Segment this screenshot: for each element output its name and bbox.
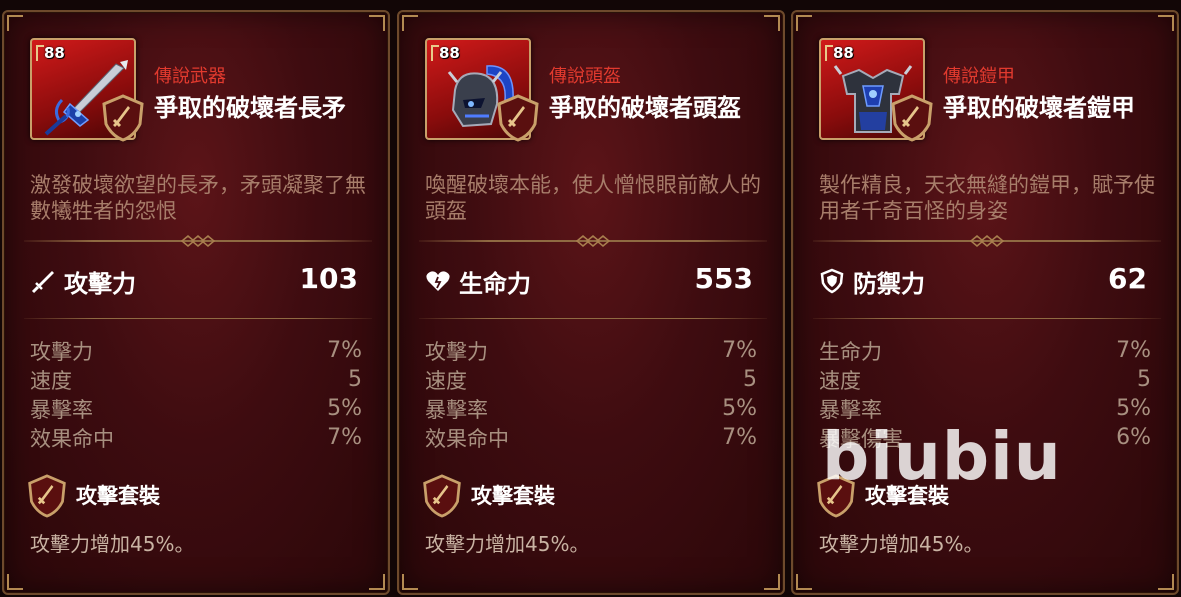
substat-value: 7% [1116,338,1151,363]
substat-value: 6% [1116,425,1151,450]
attack-set-shield-icon [497,94,539,142]
substat-label: 生命力 [819,339,882,364]
attack-set-shield-icon [28,474,66,518]
equipment-card-armor[interactable]: 88 傳說鎧甲 爭取的破壞者鎧甲 製作精良，天衣無縫的鎧甲，賦予使用者千奇百怪的… [791,10,1179,595]
corner-ornament [764,15,780,31]
corner-ornament [1158,15,1174,31]
item-rarity: 傳說鎧甲 [943,66,1015,87]
set-effect: 攻擊力增加45%。 [819,532,984,556]
attack-set-shield-icon [891,94,933,142]
substat-row: 攻擊力 7% [425,336,757,365]
substat-label: 暴擊率 [819,397,882,422]
corner-ornament [7,574,23,590]
set-name: 攻擊套裝 [865,484,949,508]
equipment-card-helmet[interactable]: 88 傳說頭盔 爭取的破壞者頭盔 喚醒破壞本能，使人憎恨眼前敵人的頭盔 生命力 … [397,10,785,595]
substat-label: 暴擊率 [425,397,488,422]
substat-value: 5% [1116,396,1151,421]
substat-value: 5% [722,396,757,421]
substat-value: 5 [743,367,757,392]
substat-value: 5 [1137,367,1151,392]
equipment-card-weapon[interactable]: 88 傳說武器 爭取的破壞者長矛 激發破壞欲望的長矛，矛頭凝聚了無數犧牲者的怨恨 [2,10,390,595]
item-rarity: 傳說武器 [154,66,226,87]
substat-value: 5 [348,367,362,392]
substat-row: 速度 5 [30,365,362,394]
diamond-ornament-icon [969,235,1005,247]
corner-ornament [1158,574,1174,590]
corner-ornament [796,15,812,31]
substat-value: 7% [327,338,362,363]
substat-row: 速度 5 [425,365,757,394]
diamond-ornament-icon [575,235,611,247]
equipment-card-list: 88 傳說武器 爭取的破壞者長矛 激發破壞欲望的長矛，矛頭凝聚了無數犧牲者的怨恨 [0,0,1181,597]
set-name: 攻擊套裝 [471,484,555,508]
substat-row: 生命力 7% [819,336,1151,365]
main-stat-label: 生命力 [459,270,531,298]
set-effect: 攻擊力增加45%。 [30,532,195,556]
diamond-ornament-icon [180,235,216,247]
substat-row: 效果命中 7% [425,423,757,452]
substat-list: 攻擊力 7% 速度 5 暴擊率 5% 效果命中 7% [425,336,757,452]
substat-row: 暴擊率 5% [819,394,1151,423]
main-stat-label: 防禦力 [853,270,925,298]
main-stat-value: 553 [694,262,753,295]
heart-icon [426,271,450,291]
substat-row: 速度 5 [819,365,1151,394]
shield-icon [820,268,844,294]
divider [419,318,767,319]
divider [24,318,372,319]
corner-ornament [402,15,418,31]
item-rarity: 傳說頭盔 [549,66,621,87]
item-description: 喚醒破壞本能，使人憎恨眼前敵人的頭盔 [425,173,761,223]
substat-value: 7% [722,338,757,363]
corner-ornament [369,574,385,590]
substat-label: 暴擊傷害 [819,426,903,451]
substat-label: 速度 [425,368,467,393]
attack-set-shield-icon [102,94,144,142]
substat-value: 7% [327,425,362,450]
attack-set-shield-icon [423,474,461,518]
corner-ornament [764,574,780,590]
item-name: 爭取的破壞者頭盔 [549,94,741,122]
substat-row: 暴擊率 5% [30,394,362,423]
set-effect: 攻擊力增加45%。 [425,532,590,556]
corner-ornament [7,15,23,31]
item-name: 爭取的破壞者鎧甲 [943,94,1135,122]
sword-icon [31,271,54,294]
substat-value: 7% [722,425,757,450]
substat-value: 5% [327,396,362,421]
substat-label: 效果命中 [425,426,509,451]
substat-label: 攻擊力 [30,339,93,364]
substat-label: 速度 [819,368,861,393]
attack-set-shield-icon [817,474,855,518]
corner-ornament [369,15,385,31]
substat-row: 效果命中 7% [30,423,362,452]
substat-row: 暴擊率 5% [425,394,757,423]
corner-ornament [796,574,812,590]
item-description: 製作精良，天衣無縫的鎧甲，賦予使用者千奇百怪的身姿 [819,173,1155,223]
main-stat-value: 103 [299,262,358,295]
substat-list: 攻擊力 7% 速度 5 暴擊率 5% 效果命中 7% [30,336,362,452]
divider [813,318,1161,319]
corner-ornament [402,574,418,590]
substat-label: 暴擊率 [30,397,93,422]
item-description: 激發破壞欲望的長矛，矛頭凝聚了無數犧牲者的怨恨 [30,173,366,223]
substat-list: 生命力 7% 速度 5 暴擊率 5% 暴擊傷害 6% [819,336,1151,452]
main-stat-value: 62 [1108,262,1147,295]
substat-label: 速度 [30,368,72,393]
substat-label: 攻擊力 [425,339,488,364]
item-name: 爭取的破壞者長矛 [154,94,346,122]
main-stat-label: 攻擊力 [64,270,136,298]
substat-label: 效果命中 [30,426,114,451]
substat-row: 暴擊傷害 6% [819,423,1151,452]
substat-row: 攻擊力 7% [30,336,362,365]
set-name: 攻擊套裝 [76,484,160,508]
